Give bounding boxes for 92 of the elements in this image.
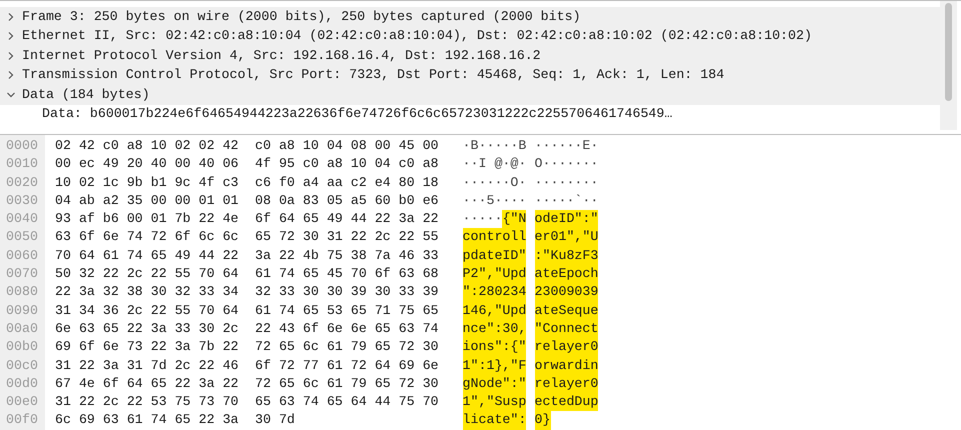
hex-bytes: 65 72 30 31 22 2c 22 55 [255, 228, 439, 246]
hex-bytes: 10 02 1c 9b b1 9c 4f c3 [55, 174, 240, 192]
hex-bytes: 30 7d [255, 411, 295, 430]
ascii-text: ···5···· [462, 192, 526, 210]
hex-bytes: 02 42 c0 a8 10 02 02 42 [55, 137, 240, 155]
hex-bytes: 22 43 6f 6e 6e 65 63 74 [255, 320, 439, 338]
ascii-text: ions":{" [462, 338, 526, 357]
ascii-text: licate": [462, 411, 526, 430]
ascii-text: 0} [534, 411, 550, 430]
ascii-text: ······O· [462, 174, 526, 192]
tree-item[interactable]: Frame 3: 250 bytes on wire (2000 bits), 250 bytes captured (2000 bits) [0, 7, 940, 26]
hex-bytes: 3a 22 4b 75 38 7a 46 33 [255, 246, 439, 265]
hex-bytes: 69 6f 6e 73 22 3a 7b 22 [55, 338, 240, 356]
ascii-text: ":280234 [462, 283, 526, 302]
hex-bytes: 22 3a 32 38 30 32 33 34 [55, 283, 240, 302]
ascii-text: gNode":" [462, 374, 526, 394]
offset-label: 00e0 [5, 393, 39, 412]
offset-label: 0010 [5, 155, 39, 174]
ascii-text: ··I @·@· [462, 155, 526, 174]
hex-bytes: c0 a8 10 04 08 00 45 00 [255, 137, 439, 155]
hex-bytes: 4f 95 c0 a8 10 04 c0 a8 [255, 155, 439, 174]
hex-bytes: 93 af b6 00 01 7b 22 4e [55, 210, 240, 228]
hex-bytes: 6f 64 65 49 44 22 3a 22 [255, 210, 439, 228]
ascii-text: 1","Susp [462, 393, 526, 412]
hex-bytes: 70 64 61 74 65 49 44 22 [55, 246, 240, 265]
hex-bytes: 61 74 65 53 65 71 75 65 [255, 302, 439, 320]
offset-label: 00c0 [5, 356, 39, 375]
ascii-text: odeID":" [534, 210, 598, 228]
offset-label: 0050 [5, 228, 39, 246]
tree-item[interactable]: Data (184 bytes) [0, 85, 940, 104]
ascii-text: relayer0 [534, 374, 598, 394]
hex-bytes: 63 6f 6e 74 72 6f 6c 6c [55, 228, 240, 246]
chevron-right-icon[interactable] [6, 12, 16, 22]
hex-bytes: 6e 63 65 22 3a 33 30 2c [55, 320, 240, 338]
hex-bytes: 31 22 3a 31 7d 2c 22 46 [55, 356, 240, 375]
ascii-text: :"Ku8zF3 [534, 246, 598, 266]
offset-label: 0080 [5, 283, 39, 302]
ascii-text: ateSeque [534, 302, 598, 320]
ascii-text: 23009039 [534, 283, 598, 302]
hex-bytes: 04 ab a2 35 00 00 01 01 [55, 192, 240, 210]
hex-bytes: 72 65 6c 61 79 65 72 30 [255, 338, 439, 356]
offset-label: 0000 [5, 137, 39, 155]
ascii-text: 1":1},"F [462, 356, 526, 375]
offset-label: 00a0 [5, 320, 39, 338]
hex-bytes: 31 22 2c 22 53 75 73 70 [55, 393, 240, 412]
chevron-right-icon[interactable] [6, 70, 16, 80]
offset-label: 00b0 [5, 338, 39, 356]
offset-label: 0040 [5, 210, 39, 228]
ascii-text: ······E· [534, 137, 598, 155]
hex-bytes: 08 0a 83 05 a5 60 b0 e6 [255, 192, 439, 210]
offset-label: 0060 [5, 246, 39, 265]
ascii-text: relayer0 [534, 338, 598, 357]
ascii-text: ·B·····B [462, 137, 526, 155]
chevron-down-icon[interactable] [6, 90, 16, 100]
hex-bytes: 00 ec 49 20 40 00 40 06 [55, 155, 240, 174]
ascii-text: ·····`·· [534, 192, 598, 210]
offset-label: 0090 [5, 302, 39, 320]
scrollbar[interactable] [940, 1, 957, 130]
offset-label: 0020 [5, 174, 39, 192]
ascii-text: controll [462, 228, 526, 247]
ascii-text: er01","U [534, 228, 598, 247]
ascii-text: "Connect [534, 320, 598, 338]
hex-bytes: 50 32 22 2c 22 55 70 64 [55, 265, 240, 284]
tree-item[interactable]: Transmission Control Protocol, Src Port: 7323, Dst Port: 45468, Seq: 1, Ack: 1, Len: 184 [0, 66, 940, 85]
ascii-text: ····· [462, 210, 502, 228]
ascii-text: P2","Upd [462, 265, 526, 284]
chevron-right-icon[interactable] [6, 31, 16, 42]
ascii-text: ········ [534, 174, 598, 192]
offset-label: 0030 [5, 192, 39, 210]
hex-bytes: 6c 69 63 61 74 65 22 3a [55, 411, 240, 430]
hex-bytes: 6f 72 77 61 72 64 69 6e [255, 356, 439, 375]
hex-bytes: 65 63 74 65 64 44 75 70 [255, 393, 439, 412]
hex-bytes: 61 74 65 45 70 6f 63 68 [255, 265, 439, 284]
ascii-text: pdateID" [462, 246, 526, 266]
offset-label: 00f0 [5, 411, 39, 430]
offset-label: 00d0 [5, 374, 39, 393]
ascii-text: O······· [534, 155, 598, 174]
hex-bytes: 72 65 6c 61 79 65 72 30 [255, 374, 439, 393]
chevron-right-icon[interactable] [6, 50, 16, 61]
ascii-text: ectedDup [534, 393, 598, 412]
tree-item[interactable]: Internet Protocol Version 4, Src: 192.168.16.4, Dst: 192.168.16.2 [0, 46, 940, 66]
ascii-text: {"N [502, 210, 526, 228]
ascii-text: orwardin [534, 356, 598, 375]
ascii-text: nce":30, [462, 320, 526, 338]
hex-bytes: 32 33 30 30 39 30 33 39 [255, 283, 439, 302]
ascii-text: 146,"Upd [462, 302, 526, 320]
hex-bytes: 31 34 36 2c 22 55 70 64 [55, 302, 240, 320]
hex-bytes: 67 4e 6f 64 65 22 3a 22 [55, 374, 240, 393]
tree-item[interactable]: Ethernet II, Src: 02:42:c0:a8:10:04 (02:42:c0:a8:10:04), Dst: 02:42:c0:a8:10:02 (02:42:c0:a8:10:02) [0, 26, 940, 46]
ascii-text: ateEpoch [534, 265, 598, 284]
offset-label: 0070 [5, 265, 39, 284]
hex-bytes: c6 f0 a4 aa c2 e4 80 18 [255, 174, 439, 192]
